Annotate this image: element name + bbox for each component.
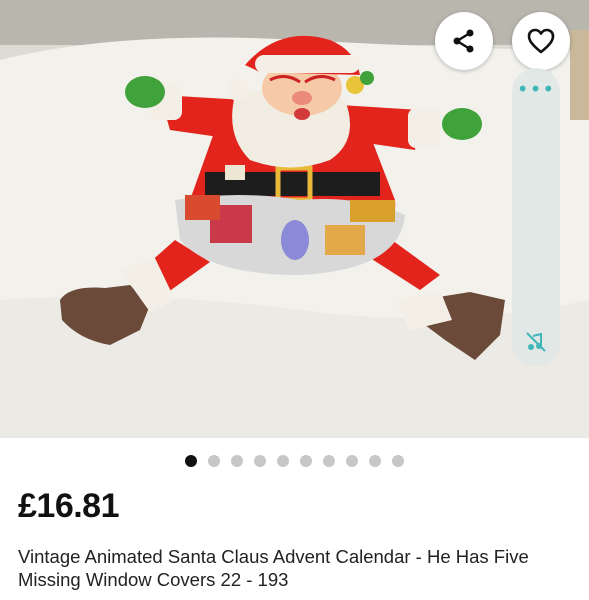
pager-dot[interactable]: [231, 455, 243, 467]
price: £16.81: [18, 487, 120, 525]
pager-dot[interactable]: [323, 455, 335, 467]
pager-dot[interactable]: [369, 455, 381, 467]
pager-dot[interactable]: [254, 455, 266, 467]
pager-dot[interactable]: [300, 455, 312, 467]
side-panel[interactable]: •••: [512, 68, 560, 366]
pager-dot[interactable]: [208, 455, 220, 467]
favorite-button[interactable]: [512, 12, 570, 70]
pager-dot[interactable]: [346, 455, 358, 467]
more-dots-icon[interactable]: •••: [512, 79, 560, 99]
share-button[interactable]: [435, 12, 493, 70]
pager-dot[interactable]: [185, 455, 197, 467]
pager-dot[interactable]: [277, 455, 289, 467]
pager-dot[interactable]: [392, 455, 404, 467]
listing-title: Vintage Animated Santa Claus Advent Cale…: [18, 546, 529, 590]
listing-photo[interactable]: [0, 0, 589, 438]
share-icon: [453, 29, 474, 53]
mute-icon[interactable]: [524, 330, 548, 354]
heart-icon: [527, 28, 555, 54]
santa-calendar-image: [0, 0, 589, 438]
image-pager[interactable]: [0, 455, 589, 467]
